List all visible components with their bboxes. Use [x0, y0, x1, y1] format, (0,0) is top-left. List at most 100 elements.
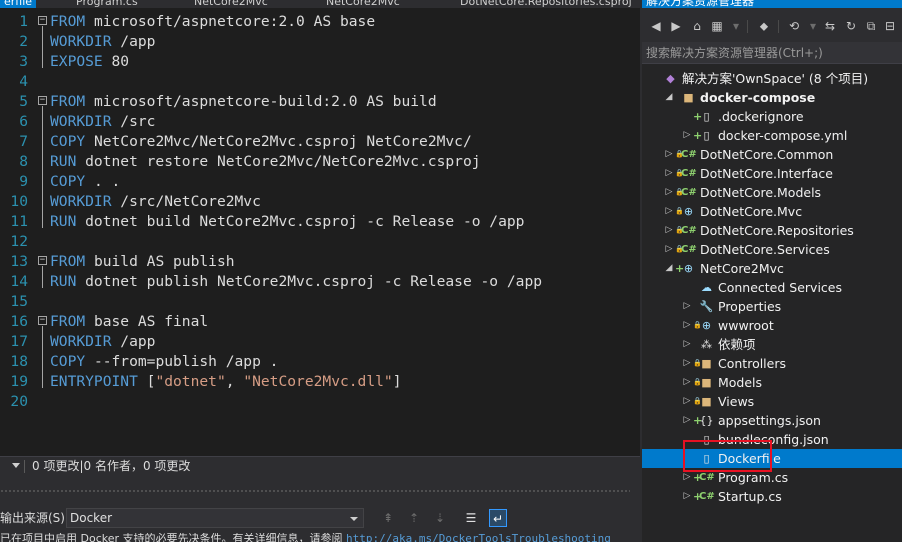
refresh-icon[interactable]: ↻ — [843, 18, 859, 34]
code-editor[interactable]: 1− FROM microsoft/aspnetcore:2.0 AS base 2… — [0, 8, 640, 456]
expanded-chevron-icon[interactable]: ◢ — [664, 88, 674, 107]
panel-splitter[interactable] — [0, 476, 640, 506]
csharp-project-icon: C# — [681, 225, 697, 236]
code-line[interactable]: 6 WORKDIR /src — [0, 112, 640, 132]
tree-item[interactable]: ▷ 🔒 ■ Views — [642, 392, 902, 411]
home-icon[interactable]: ⌂ — [689, 18, 705, 34]
tab-netcore2mvc[interactable]: NetCore2Mvc — [190, 0, 272, 8]
tree-item[interactable]: ▷ 🔧 Properties — [642, 297, 902, 316]
code-line[interactable]: 17 WORKDIR /app — [0, 332, 640, 352]
code-line[interactable]: 8 RUN dotnet restore NetCore2Mvc/NetCore2… — [0, 152, 640, 172]
tree-item[interactable]: ▯ Dockerfile — [642, 449, 902, 468]
collapsed-chevron-icon[interactable]: ▷ — [664, 202, 674, 221]
tree-item[interactable]: ▷ +{} appsettings.json — [642, 411, 902, 430]
collapsed-chevron-icon[interactable]: ▷ — [682, 487, 692, 506]
code-line[interactable]: 10 WORKDIR /src/NetCore2Mvc — [0, 192, 640, 212]
instruction-args: dotnet restore NetCore2Mvc/NetCore2Mvc.c… — [76, 153, 481, 170]
word-wrap-icon[interactable]: ↵ — [489, 509, 507, 527]
collapsed-chevron-icon[interactable]: ▷ — [664, 240, 674, 259]
tree-item[interactable]: ☁ Connected Services — [642, 278, 902, 297]
tree-item[interactable]: ▯ bundleconfig.json — [642, 430, 902, 449]
tree-item[interactable]: ▷ + C# Program.cs — [642, 468, 902, 487]
code-line[interactable]: 13 − FROM build AS publish — [0, 252, 640, 272]
output-source-select[interactable]: Docker — [66, 508, 364, 528]
find-message-icon[interactable]: ⇞ — [379, 509, 397, 527]
code-line[interactable]: 1 − FROM microsoft/aspnetcore:2.0 AS base — [0, 12, 640, 32]
collapsed-chevron-icon[interactable]: ▷ — [664, 221, 674, 240]
code-line[interactable]: 4 — [0, 72, 640, 92]
collapsed-chevron-icon[interactable]: ▷ — [682, 392, 692, 411]
tab-repositories-csproj[interactable]: DotNetCore.Repositories.csproj — [456, 0, 636, 8]
tree-item[interactable]: ▷ 🔒 C# DotNetCore.Common — [642, 145, 902, 164]
forward-icon[interactable]: ▶ — [668, 18, 684, 34]
chevron-down-icon[interactable]: ▾ — [805, 18, 821, 34]
pending-changes-filter-icon[interactable]: ⬥ — [756, 18, 772, 34]
collapse-region-icon[interactable]: − — [38, 316, 47, 325]
tree-item[interactable]: + ▯ .dockerignore — [642, 107, 902, 126]
tree-item[interactable]: ▷ 🔒 C# DotNetCore.Repositories — [642, 221, 902, 240]
code-line[interactable]: 7 COPY NetCore2Mvc/NetCore2Mvc.csproj Net… — [0, 132, 640, 152]
code-text: WORKDIR /app — [50, 32, 155, 52]
collapsed-chevron-icon[interactable]: ▷ — [682, 297, 692, 316]
expanded-chevron-icon[interactable]: ◢ — [664, 259, 674, 278]
code-line[interactable]: 14 RUN dotnet publish NetCore2Mvc.csproj … — [0, 272, 640, 292]
collapse-region-icon[interactable]: − — [38, 96, 47, 105]
solution-explorer-title-bar: 解决方案资源管理器 — [642, 0, 902, 8]
code-line[interactable]: 9 COPY . . — [0, 172, 640, 192]
code-line[interactable]: 5 − FROM microsoft/aspnetcore-build:2.0 AS… — [0, 92, 640, 112]
collapsed-chevron-icon[interactable]: ▷ — [682, 316, 692, 335]
tree-item[interactable]: ▷ + ▯ docker-compose.yml — [642, 126, 902, 145]
splitter-grip — [0, 489, 630, 493]
tree-item[interactable]: ◢ ■ docker-compose — [642, 88, 902, 107]
tab-netcore2mvc-2[interactable]: NetCore2Mvc — [322, 0, 404, 8]
next-message-icon[interactable]: ⇣ — [431, 509, 449, 527]
code-line[interactable]: 15 — [0, 292, 640, 312]
tab-dockerfile[interactable]: erfile — [0, 0, 37, 8]
tree-item[interactable]: ◆ 解决方案'OwnSpace' (8 个项目) — [642, 69, 902, 88]
tree-item[interactable]: ◢ + ⊕ NetCore2Mvc — [642, 259, 902, 278]
collapsed-chevron-icon[interactable]: ▷ — [664, 145, 674, 164]
tree-item[interactable]: ▷ 🔒 ■ Models — [642, 373, 902, 392]
collapsed-chevron-icon[interactable]: ▷ — [682, 373, 692, 392]
code-line[interactable]: 12 — [0, 232, 640, 252]
chevron-down-icon[interactable] — [12, 463, 20, 468]
code-line[interactable]: 18 COPY --from=publish /app . — [0, 352, 640, 372]
change-summary[interactable]: 0 项更改|0 名作者，0 项更改 — [32, 457, 190, 475]
collapsed-chevron-icon[interactable]: ▷ — [682, 126, 692, 145]
code-line[interactable]: 19 ENTRYPOINT ["dotnet", "NetCore2Mvc.dll… — [0, 372, 640, 392]
tree-item[interactable]: ▷ 🔒 ⊕ DotNetCore.Mvc — [642, 202, 902, 221]
prev-message-icon[interactable]: ⇡ — [405, 509, 423, 527]
tree-item[interactable]: ▷ ⁂ 依赖项 — [642, 335, 902, 354]
show-all-files-icon[interactable]: ⊟ — [882, 18, 898, 34]
tree-item[interactable]: ▷ 🔒 ■ Controllers — [642, 354, 902, 373]
collapsed-chevron-icon[interactable]: ▷ — [664, 183, 674, 202]
tree-item[interactable]: ▷ 🔒 ⊕ wwwroot — [642, 316, 902, 335]
tree-item[interactable]: ▷ 🔒 C# DotNetCore.Models — [642, 183, 902, 202]
collapsed-chevron-icon[interactable]: ▷ — [682, 411, 692, 430]
clear-all-icon[interactable]: ☰ — [462, 509, 480, 527]
collapsed-chevron-icon[interactable]: ▷ — [664, 164, 674, 183]
collapse-all-icon[interactable]: ⧉ — [863, 18, 879, 34]
collapse-region-icon[interactable]: − — [38, 256, 47, 265]
solution-explorer-search-input[interactable]: 搜索解决方案资源管理器(Ctrl+;) — [642, 42, 902, 64]
history-icon[interactable]: ⟲ — [786, 18, 802, 34]
code-line[interactable]: 3 EXPOSE 80 — [0, 52, 640, 72]
code-line[interactable]: 16 − FROM base AS final — [0, 312, 640, 332]
switch-views-icon[interactable]: ▦ — [709, 18, 725, 34]
collapse-region-icon[interactable]: − — [38, 16, 47, 25]
tab-program-cs[interactable]: Program.cs — [72, 0, 142, 8]
code-line[interactable]: 11 RUN dotnet build NetCore2Mvc.csproj -c… — [0, 212, 640, 232]
back-icon[interactable]: ◀ — [648, 18, 664, 34]
sync-icon[interactable]: ⇆ — [822, 18, 838, 34]
line-number: 20 — [10, 393, 28, 410]
tree-item[interactable]: ▷ 🔒 C# DotNetCore.Interface — [642, 164, 902, 183]
collapsed-chevron-icon[interactable]: ▷ — [682, 354, 692, 373]
tree-item-label: .dockerignore — [718, 109, 804, 124]
collapsed-chevron-icon[interactable]: ▷ — [682, 335, 692, 354]
tree-item[interactable]: ▷ 🔒 C# DotNetCore.Services — [642, 240, 902, 259]
code-line[interactable]: 20 — [0, 392, 640, 412]
tree-item[interactable]: ▷ + C# Startup.cs — [642, 487, 902, 506]
chevron-down-icon[interactable]: ▾ — [728, 18, 744, 34]
output-link[interactable]: http://aka.ms/DockerToolsTroubleshooting — [346, 533, 611, 542]
code-line[interactable]: 2 WORKDIR /app — [0, 32, 640, 52]
